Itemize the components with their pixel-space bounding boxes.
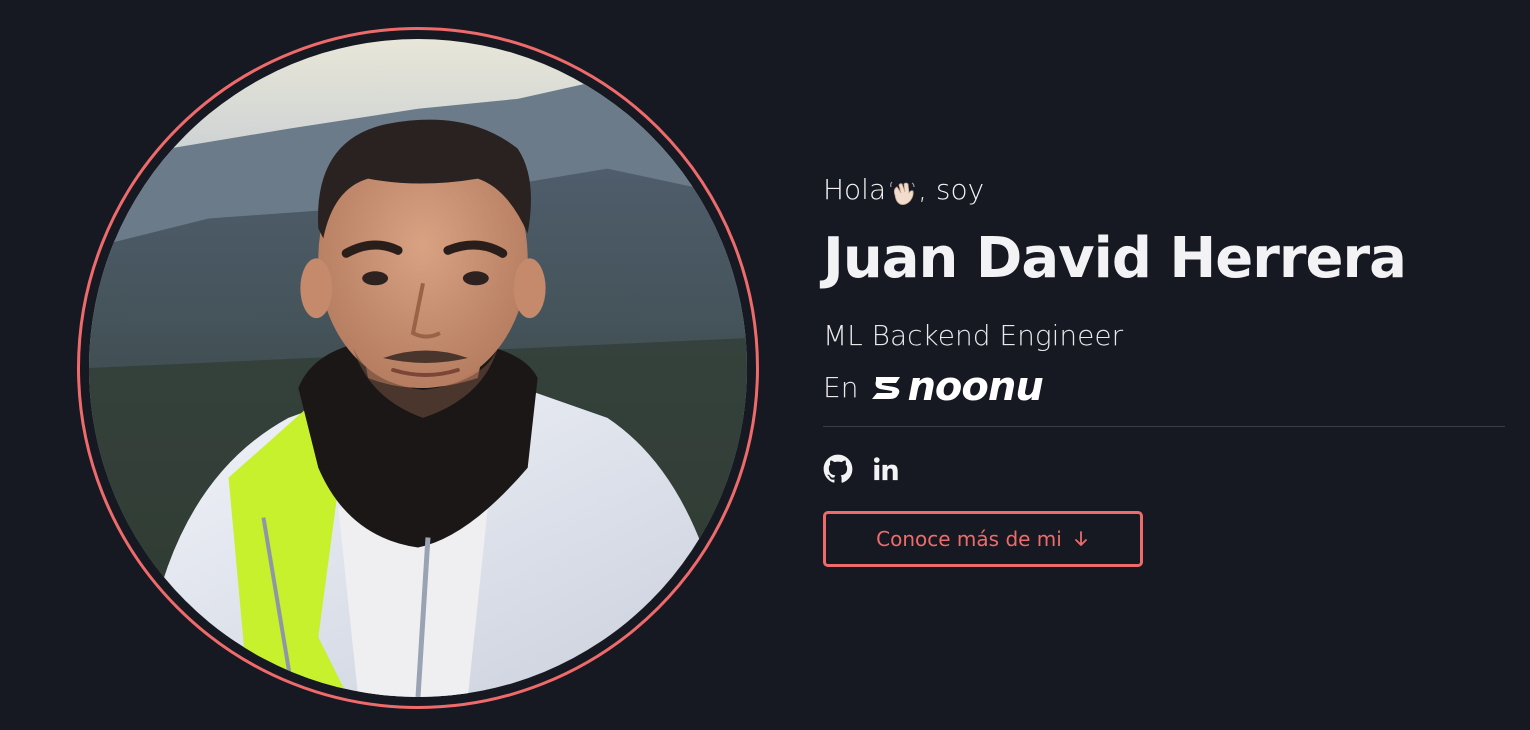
social-links (823, 453, 1505, 485)
profile-photo (89, 39, 747, 697)
profile-role: ML Backend Engineer (823, 319, 1124, 352)
github-link[interactable] (823, 454, 853, 484)
company-name: noonu (907, 364, 1043, 410)
arrow-down-icon (1074, 531, 1087, 546)
know-more-button[interactable]: Conoce más de mi (823, 511, 1143, 567)
profile-photo-frame (77, 27, 759, 709)
divider (823, 426, 1505, 427)
linkedin-link[interactable] (871, 454, 901, 484)
greeting-suffix: , soy (918, 173, 985, 206)
company-logo-s-mark (870, 369, 906, 405)
hero-section: Hola , soy Juan David Herrera ML Backend… (0, 0, 1530, 730)
waving-hand-icon (888, 176, 916, 205)
linkedin-icon (873, 457, 898, 481)
profile-name: Juan David Herrera (823, 226, 1407, 291)
greeting: Hola , soy (823, 168, 1505, 212)
know-more-label: Conoce más de mi (876, 527, 1062, 551)
greeting-prefix: Hola (823, 173, 887, 206)
github-icon (823, 454, 853, 483)
company-line: En noonu (823, 364, 1505, 410)
profile-info: Hola , soy Juan David Herrera ML Backend… (823, 168, 1505, 567)
company-prefix: En (823, 370, 859, 404)
company-logo: noonu (870, 364, 1044, 410)
